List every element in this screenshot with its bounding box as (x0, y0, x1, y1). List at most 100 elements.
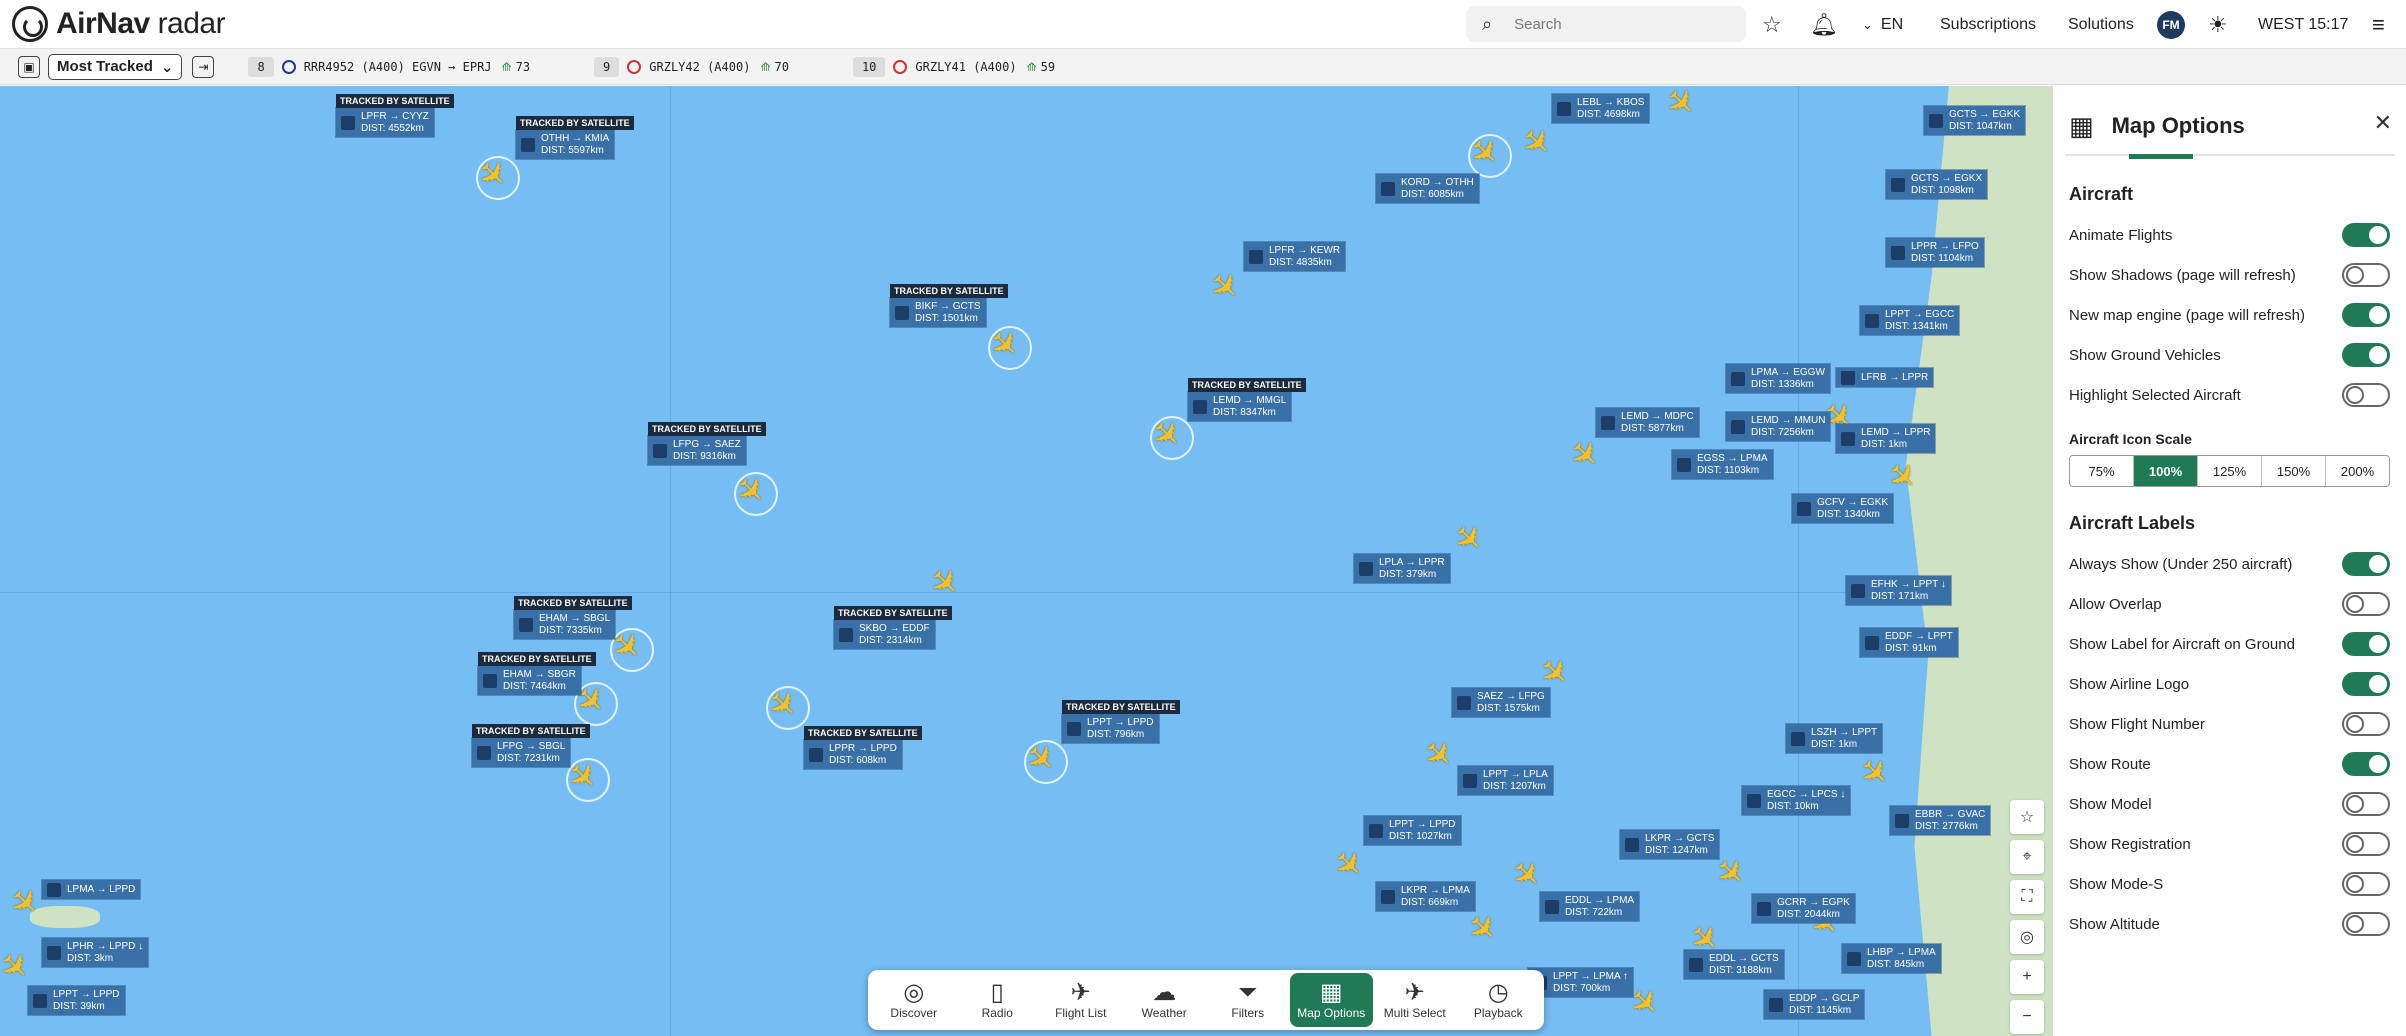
toggle-row[interactable]: Show Route (2053, 744, 2406, 784)
flight-label[interactable]: KORD → OTHH DIST: 6085km (1376, 174, 1479, 203)
flight-label[interactable]: TRACKED BY SATELLITE OTHH → KMIA DIST: 559… (516, 116, 634, 159)
zoom-out-icon[interactable]: − (2010, 1000, 2044, 1034)
aircraft-icon[interactable]: ✈ (1657, 86, 1704, 127)
flight-label[interactable]: LKPR → LPMA DIST: 669km (1376, 882, 1475, 911)
flight-label[interactable]: EDDP → GCLP DIST: 1145km (1764, 990, 1865, 1019)
toggle-switch[interactable] (2342, 832, 2390, 856)
flight-label[interactable]: TRACKED BY SATELLITE LFPG → SBGL DIST: 723… (472, 724, 590, 767)
flight-label[interactable]: LHBP → LPMA DIST: 845km (1842, 944, 1941, 973)
toggle-row[interactable]: Show Flight Number (2053, 704, 2406, 744)
flight-label[interactable]: LFRB → LPPR (1836, 368, 1934, 387)
flight-label[interactable]: EDDL → GCTS DIST: 3188km (1684, 950, 1784, 979)
dock-discover[interactable]: ◎ Discover (872, 973, 956, 1027)
flight-label[interactable]: LEMD → LPPR DIST: 1km (1836, 424, 1936, 453)
compass-icon[interactable]: ⌖ (2010, 840, 2044, 874)
favorite-icon[interactable]: ☆ (2010, 800, 2044, 834)
toggle-switch[interactable] (2342, 632, 2390, 656)
skip-icon[interactable]: ⇥ (192, 55, 215, 78)
toggle-row[interactable]: Show Airline Logo (2053, 664, 2406, 704)
map-canvas[interactable]: ✈ ✈ ✈ ✈ ✈ ✈ ✈ ✈ ✈ ✈ ✈ ✈ ✈ ✈ ✈ ✈ ✈ ✈ ✈ ✈ … (0, 86, 2052, 1036)
aircraft-icon[interactable]: ✈ (0, 943, 38, 990)
flight-label[interactable]: LEMD → MMUN DIST: 7256km (1726, 412, 1831, 441)
toggle-row[interactable]: Always Show (Under 250 aircraft) (2053, 544, 2406, 584)
toggle-switch[interactable] (2342, 343, 2390, 367)
flight-label[interactable]: TRACKED BY SATELLITE LFPG → SAEZ DIST: 931… (648, 422, 766, 465)
dock-radio[interactable]: ▯ Radio (956, 973, 1040, 1027)
aircraft-icon[interactable]: ✈ (1459, 905, 1506, 952)
flight-label[interactable]: TRACKED BY SATELLITE LPFR → CYYZ DIST: 455… (336, 94, 454, 137)
aircraft-icon[interactable]: ✈ (1851, 749, 1898, 796)
flight-label[interactable]: EFHK → LPPT ↓ DIST: 171km (1846, 576, 1951, 605)
flight-label[interactable]: LPHR → LPPD ↓ DIST: 3km (42, 938, 149, 967)
flight-label[interactable]: TRACKED BY SATELLITE EHAM → SBGL DIST: 733… (514, 596, 632, 639)
toggle-row[interactable]: Show Shadows (page will refresh) (2053, 255, 2406, 295)
toggle-switch[interactable] (2342, 752, 2390, 776)
flight-label[interactable]: EBBR → GVAC DIST: 2776km (1890, 806, 1991, 835)
toggle-switch[interactable] (2342, 672, 2390, 696)
toggle-row[interactable]: Show Label for Aircraft on Ground (2053, 624, 2406, 664)
aircraft-icon[interactable]: ✈ (1415, 731, 1462, 778)
tracked-item[interactable]: 8 RRR4952 (A400) EGVN → EPRJ ⟰ 73 (248, 56, 530, 77)
flight-label[interactable]: LPPR → LFPO DIST: 1104km (1886, 238, 1984, 267)
toggle-switch[interactable] (2342, 592, 2390, 616)
tracked-item[interactable]: 9 GRZLY42 (A400) ⟰ 70 (594, 56, 789, 77)
aircraft-icon[interactable]: ✈ (1201, 263, 1248, 310)
flight-label[interactable]: LPPT → LPLA DIST: 1207km (1458, 766, 1553, 795)
tab-active-indicator[interactable] (2129, 154, 2193, 159)
toggle-row[interactable]: New map engine (page will refresh) (2053, 295, 2406, 335)
flight-label[interactable]: GCFV → EGKK DIST: 1340km (1792, 494, 1894, 523)
scale-option[interactable]: 125% (2198, 456, 2262, 486)
aircraft-icon[interactable]: ✈ (1561, 431, 1608, 478)
flight-label[interactable]: EGSS → LPMA DIST: 1103km (1672, 450, 1773, 479)
flight-label[interactable]: TRACKED BY SATELLITE LPPT → LPPD DIST: 796… (1062, 700, 1180, 743)
flight-label[interactable]: GCRR → EGPK DIST: 2044km (1752, 894, 1855, 923)
flight-label[interactable]: LPFR → KEWR DIST: 4835km (1244, 242, 1346, 271)
toggle-switch[interactable] (2342, 383, 2390, 407)
scale-option[interactable]: 75% (2070, 456, 2134, 486)
flight-label[interactable]: EDDF → LPPT DIST: 91km (1860, 628, 1958, 657)
flight-label[interactable]: TRACKED BY SATELLITE SKBO → EDDF DIST: 231… (834, 606, 952, 649)
aircraft-icon[interactable]: ✈ (1513, 119, 1560, 166)
flight-label[interactable]: LPMA → LPPD (42, 880, 141, 899)
dock-multi-select[interactable]: ✈ Multi Select (1373, 973, 1457, 1027)
toggle-row[interactable]: Allow Overlap (2053, 584, 2406, 624)
flight-label[interactable]: LPPT → LPPD DIST: 1027km (1364, 816, 1461, 845)
dock-flight-list[interactable]: ✈ Flight List (1039, 973, 1123, 1027)
toggle-switch[interactable] (2342, 223, 2390, 247)
flight-label[interactable]: LPLA → LPPR DIST: 379km (1354, 554, 1450, 583)
flight-label[interactable]: LEBL → KBOS DIST: 4698km (1552, 94, 1650, 123)
close-icon[interactable]: ✕ (2374, 110, 2392, 136)
flight-label[interactable]: EDDL → LPMA DIST: 722km (1540, 892, 1640, 921)
aircraft-icon[interactable]: ✈ (1325, 841, 1372, 888)
star-icon[interactable]: ☆ (1762, 0, 1782, 49)
toggle-switch[interactable] (2342, 303, 2390, 327)
toggle-row[interactable]: Show Altitude (2053, 904, 2406, 944)
toggle-row[interactable]: Show Ground Vehicles (2053, 335, 2406, 375)
airnav-logo[interactable]: AirNav radar (12, 6, 226, 42)
avatar[interactable]: FM (2157, 11, 2185, 39)
flight-label[interactable]: LPPT → LPPD DIST: 39km (28, 986, 125, 1015)
zoom-in-icon[interactable]: + (2010, 960, 2044, 994)
toggle-switch[interactable] (2342, 712, 2390, 736)
fullscreen-icon[interactable]: ⛶ (2010, 880, 2044, 914)
flight-label[interactable]: LEMD → MDPC DIST: 5877km (1596, 408, 1699, 437)
toggle-switch[interactable] (2342, 552, 2390, 576)
solutions-link[interactable]: Solutions (2068, 0, 2134, 49)
search-input[interactable]: ⌕ Search (1466, 6, 1746, 42)
dock-filters[interactable]: ⏷ Filters (1206, 973, 1290, 1027)
flight-label[interactable]: SAEZ → LFPG DIST: 1575km (1452, 688, 1550, 717)
flight-label[interactable]: TRACKED BY SATELLITE BIKF → GCTS DIST: 150… (890, 284, 1008, 327)
flight-label[interactable]: EGCC → LPCS ↓ DIST: 10km (1742, 786, 1851, 815)
toggle-row[interactable]: Show Registration (2053, 824, 2406, 864)
aircraft-icon[interactable]: ✈ (1503, 851, 1550, 898)
aircraft-icon[interactable]: ✈ (921, 559, 968, 606)
toggle-row[interactable]: Highlight Selected Aircraft (2053, 375, 2406, 415)
flight-label[interactable]: TRACKED BY SATELLITE LEMD → MMGL DIST: 834… (1188, 378, 1306, 421)
layout-toggle-icon[interactable]: ▣ (18, 55, 40, 78)
flight-label[interactable]: TRACKED BY SATELLITE EHAM → SBGR DIST: 746… (478, 652, 596, 695)
toggle-switch[interactable] (2342, 263, 2390, 287)
flight-label[interactable]: LKPR → GCTS DIST: 1247km (1620, 830, 1720, 859)
toggle-row[interactable]: Show Model (2053, 784, 2406, 824)
menu-icon[interactable]: ≡ (2372, 0, 2385, 49)
flight-label[interactable]: LPPT → EGCC DIST: 1341km (1860, 306, 1960, 335)
